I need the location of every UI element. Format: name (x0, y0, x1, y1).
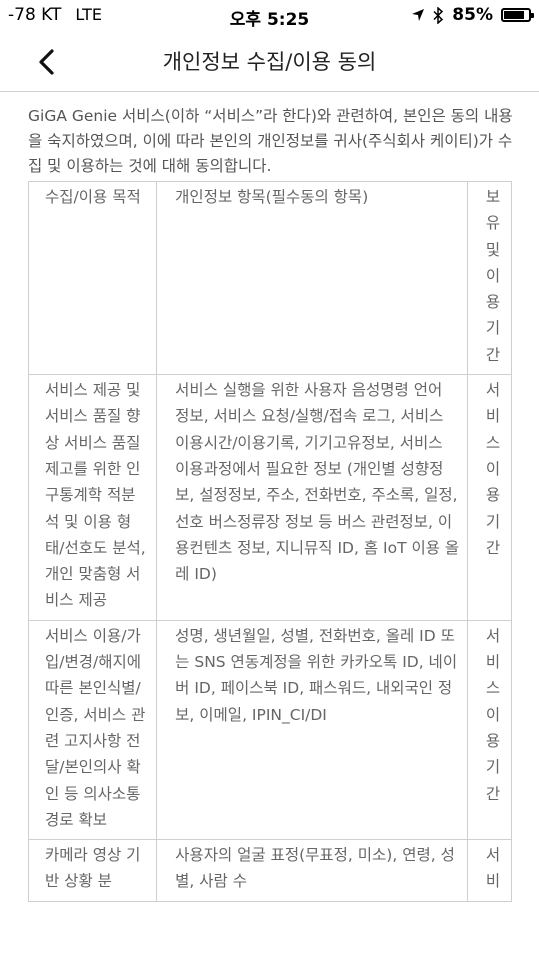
row-items: 사용자의 얼굴 표정(무표정, 미소), 연령, 성별, 사람 수 (156, 839, 468, 902)
table-row: 카메라 영상 기반 상황 분 사용자의 얼굴 표정(무표정, 미소), 연령, … (27, 839, 513, 902)
bluetooth-icon (433, 6, 444, 24)
status-icons: 85% (411, 5, 534, 25)
consent-table: 수집/이용 목적 개인정보 항목(필수동의 항목) 보유 및 이용 기간 서비스… (27, 180, 513, 902)
location-arrow-icon (412, 9, 425, 21)
battery-icon (501, 8, 534, 22)
intro-text: GiGA Genie 서비스(이하 “서비스”라 한다)와 관련하여, 본인은 … (28, 107, 513, 175)
consent-content[interactable]: GiGA Genie 서비스(이하 “서비스”라 한다)와 관련하여, 본인은 … (27, 104, 514, 902)
header-period: 보유 및 이용 기간 (466, 180, 513, 376)
row-purpose: 카메라 영상 기반 상황 분 (27, 839, 158, 902)
nav-bar: 개인정보 수집/이용 동의 (0, 32, 539, 92)
row-items: 성명, 생년월일, 성별, 전화번호, 올레 ID 또는 SNS 연동계정을 위… (156, 619, 468, 841)
row-period: 서비 (466, 839, 513, 902)
battery-fill (504, 11, 525, 19)
row-period: 서비스 이용기간 (466, 374, 513, 621)
page-title: 개인정보 수집/이용 동의 (162, 50, 377, 74)
table-header-row: 수집/이용 목적 개인정보 항목(필수동의 항목) 보유 및 이용 기간 (27, 180, 513, 376)
header-items: 개인정보 항목(필수동의 항목) (156, 180, 468, 376)
row-items: 서비스 실행을 위한 사용자 음성명령 언어 정보, 서비스 요청/실행/접속 … (156, 374, 468, 621)
status-bar: -78 KT LTE 오후 5:25 85% (0, 0, 539, 32)
header-purpose: 수집/이용 목적 (27, 180, 158, 376)
row-period: 서비스 이용기간 (466, 619, 513, 841)
row-purpose: 서비스 제공 및 서비스 품질 향상 서비스 품질 제고를 위한 인구통계학 적… (27, 374, 158, 621)
table-row: 서비스 제공 및 서비스 품질 향상 서비스 품질 제고를 위한 인구통계학 적… (27, 374, 513, 621)
row-purpose: 서비스 이용/가입/변경/해지에 따른 본인식별/인증, 서비스 관련 고지사항… (27, 619, 158, 841)
battery-percent: 85% (452, 5, 493, 25)
table-row: 서비스 이용/가입/변경/해지에 따른 본인식별/인증, 서비스 관련 고지사항… (27, 619, 513, 841)
